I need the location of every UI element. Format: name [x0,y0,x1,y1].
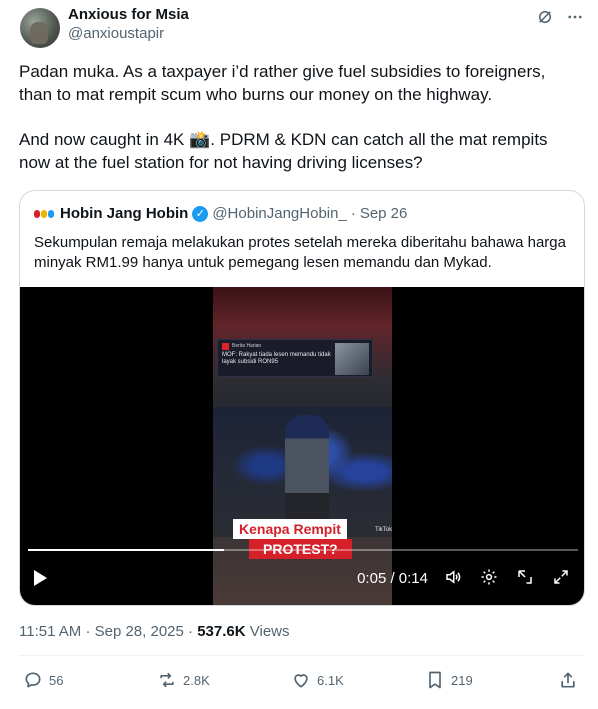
share-button[interactable] [558,670,584,690]
video-time: 0:05 / 0:14 [357,569,428,587]
quote-date[interactable]: Sep 26 [360,205,408,223]
heart-icon [294,674,308,688]
post-time[interactable]: 11:51 AM [19,623,81,640]
tweet-paragraph: And now caught in 4K 📸. PDRM & KDN can c… [19,130,548,172]
header-icons [536,8,584,31]
fullscreen-icon[interactable] [550,568,572,588]
volume-icon[interactable] [442,568,464,588]
author-avatar[interactable] [20,8,60,48]
bookmark-icon [429,671,441,689]
video-progress-bar[interactable] [28,549,578,551]
author-names: Anxious for Msia @anxioustapir [68,6,189,44]
tweet-paragraph: Padan muka. As a taxpayer i’d rather giv… [19,62,546,104]
news-thumbnail [335,343,369,375]
video-caption-top: Kenapa Rempit [233,519,347,539]
quote-display-name[interactable]: Hobin Jang Hobin [60,205,188,223]
play-icon[interactable] [34,570,47,586]
news-logo-icon [222,343,229,350]
picture-in-picture-icon[interactable] [514,568,536,588]
tweet-header: Anxious for Msia @anxioustapir [18,6,584,48]
bookmark-button[interactable]: 219 [425,670,473,690]
quote-text: Sekumpulan remaja melakukan protes setel… [34,234,566,271]
verified-badge-icon: ✓ [192,206,209,222]
repost-count: 2.8K [183,672,210,688]
author-handle[interactable]: @anxioustapir [68,24,189,44]
news-headline: MOF: Rakyat tiada lesen memandu tidak la… [222,352,331,365]
post-date[interactable]: Sep 28, 2025 [95,623,184,640]
quote-avatar[interactable] [34,208,54,220]
bookmark-count: 219 [451,672,473,688]
repost-button[interactable]: 2.8K [157,670,210,690]
reply-button[interactable]: 56 [23,670,63,690]
video-news-card: Berita Harian MOF: Rakyat tiada lesen me… [217,339,373,377]
author-display-name[interactable]: Anxious for Msia [68,6,189,24]
tweet-timestamp: 11:51 AM · Sep 28, 2025 · 537.6K Views [19,622,290,642]
reply-icon [25,672,41,688]
views-label: Views [249,623,290,640]
quote-handle[interactable]: @HobinJangHobin_ [212,205,346,223]
quoted-tweet[interactable]: Hobin Jang Hobin ✓ @HobinJangHobin_ · Se… [19,190,585,606]
like-count: 6.1K [317,672,344,688]
divider [19,655,584,656]
tweet-text: Padan muka. As a taxpayer i’d rather giv… [19,60,579,174]
quote-separator: · [350,205,356,222]
action-bar: 56 2.8K 6.1K 219 [19,670,584,694]
news-source: Berita Harian [232,343,262,349]
views-count[interactable]: 537.6K [197,623,245,640]
tiktok-watermark: TikTok [375,527,392,533]
video-progress-fill [28,549,225,551]
grok-icon[interactable] [536,8,554,31]
timestamp-separator: · [85,623,91,640]
video-controls: 0:05 / 0:14 [357,567,572,589]
quote-header: Hobin Jang Hobin ✓ @HobinJangHobin_ · Se… [34,205,407,223]
share-icon [561,672,575,688]
repost-icon [160,672,174,688]
timestamp-separator: · [188,623,194,640]
video-player[interactable]: Berita Harian MOF: Rakyat tiada lesen me… [20,287,584,605]
reply-count: 56 [49,672,64,688]
video-frame: Berita Harian MOF: Rakyat tiada lesen me… [213,287,392,605]
like-button[interactable]: 6.1K [291,670,344,690]
settings-gear-icon[interactable] [478,568,500,588]
more-icon[interactable] [566,8,584,31]
